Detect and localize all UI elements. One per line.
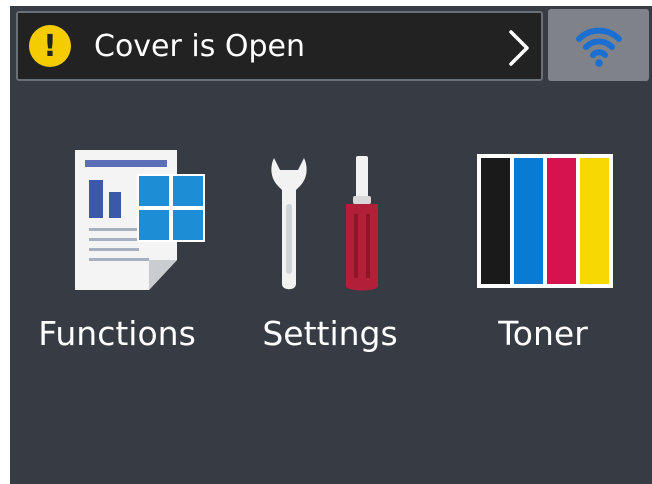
warning-symbol: ! [43, 29, 57, 64]
toner-tile[interactable]: Toner [443, 144, 643, 374]
settings-label: Settings [262, 314, 398, 353]
functions-tile[interactable]: Functions [17, 144, 217, 374]
toner-black-bar [481, 158, 510, 284]
wifi-button[interactable] [548, 9, 649, 81]
functions-label: Functions [38, 314, 196, 353]
toner-cyan-bar [514, 158, 543, 284]
toner-label: Toner [498, 314, 588, 353]
toner-icon [477, 154, 613, 288]
toner-magenta-bar [547, 158, 576, 284]
printer-home-screen: ! Cover is Open Functions Settings Toner [10, 6, 652, 484]
settings-tile[interactable]: Settings [230, 144, 430, 374]
toner-yellow-bar [580, 158, 609, 284]
status-message: Cover is Open [94, 29, 306, 64]
chevron-right-icon [509, 30, 529, 66]
functions-icon [75, 150, 205, 290]
warning-icon: ! [29, 25, 71, 67]
settings-icon [271, 156, 378, 291]
wifi-icon [576, 27, 622, 67]
status-bar[interactable]: ! Cover is Open [16, 11, 543, 81]
